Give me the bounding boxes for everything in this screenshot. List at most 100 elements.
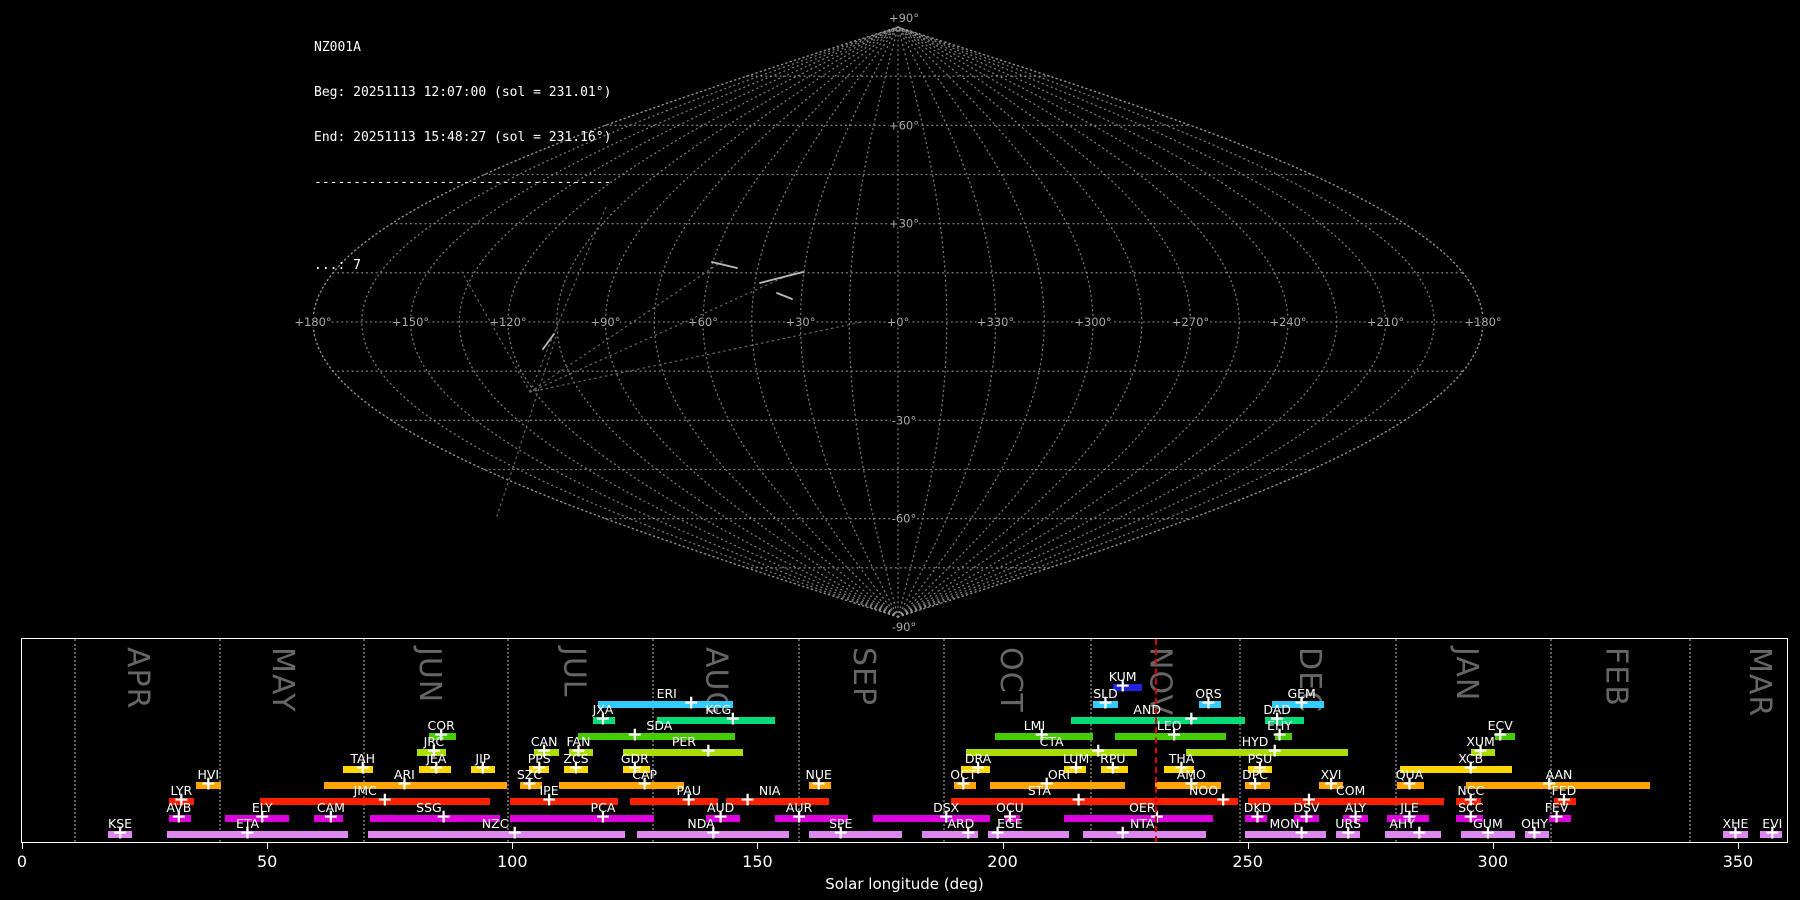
shower-label: SLD (1093, 686, 1118, 701)
lon-label: +240° (1269, 315, 1306, 329)
shower-label: ORS (1195, 686, 1222, 701)
lon-label: +270° (1172, 315, 1209, 329)
shower-label: NCC (1457, 783, 1485, 798)
shower-label: NIA (758, 783, 781, 798)
shower-label: PPS (527, 751, 551, 766)
lon-label: +120° (489, 315, 526, 329)
shower-label: OCU (996, 800, 1024, 815)
shower-label: JRC (423, 734, 445, 749)
shower-max-marker: + (506, 821, 523, 844)
meteor-trail (711, 261, 738, 269)
shower-label: QUA (1395, 767, 1424, 782)
shower-max-marker: + (739, 788, 756, 811)
shower-bar (1245, 831, 1327, 838)
shower-label: DKD (1243, 800, 1272, 815)
shower-label: NTA (1129, 816, 1155, 831)
shower-max-marker: + (1183, 707, 1200, 730)
x-axis-title: Solar longitude (deg) (825, 875, 984, 893)
shower-label: COR (427, 718, 455, 733)
shower-label: CAP (632, 767, 658, 782)
shower-label: DRA (964, 751, 992, 766)
shower-label: ALY (1344, 800, 1367, 815)
lat-label: +60° (889, 118, 919, 132)
shower-label: ARD (947, 816, 975, 831)
shower-label: AUR (785, 800, 813, 815)
axis-tick-label: 100 (496, 852, 528, 871)
shower-label: ZCS (563, 751, 589, 766)
shower-label: DPC (1242, 767, 1268, 782)
shower-max-marker: + (1114, 821, 1131, 844)
shower-label: FED (1551, 783, 1577, 798)
lat-label: -60° (892, 512, 917, 526)
shower-label: KUM (1108, 669, 1137, 684)
shower-label: STA (1027, 783, 1051, 798)
shower-label: AMO (1176, 767, 1206, 782)
shower-label: OER (1129, 800, 1156, 815)
shower-label: ETA (235, 816, 260, 831)
shower-label: THA (1168, 751, 1195, 766)
lon-label: +180° (1464, 315, 1501, 329)
axis-tick-label: 50 (256, 852, 278, 871)
shower-label: EHY (1267, 718, 1293, 733)
shower-bar (656, 717, 775, 724)
lat-label: +90° (889, 11, 919, 25)
axis-tick (267, 843, 269, 849)
shower-label: CAM (316, 800, 345, 815)
axis-tick-label: 250 (1232, 852, 1263, 871)
month-label: MAR (1742, 647, 1778, 718)
axis-tick-label: 300 (1477, 852, 1509, 871)
axis-tick-label: 350 (1722, 852, 1754, 871)
shower-label: XCB (1458, 751, 1484, 766)
month-label: OCT (992, 647, 1028, 713)
shower-max-marker: + (376, 788, 393, 811)
sky-projection-map: +180° +150° +120° +90° +60° +30° +0° +330° +300°… (293, 10, 1503, 636)
shower-label: LMI (1023, 718, 1046, 733)
shower-label: AVB (166, 800, 192, 815)
current-sol-line (1155, 639, 1158, 842)
shower-label: ORI (1047, 767, 1071, 782)
shower-label: CAN (530, 734, 558, 749)
shower-bar (259, 798, 491, 805)
shower-label: ELY (251, 800, 273, 815)
shower-label: PCA (590, 800, 616, 815)
shower-label: LYR (170, 783, 193, 798)
axis-tick (757, 843, 759, 849)
shower-label: PSU (1247, 751, 1273, 766)
shower-label: JEA (426, 751, 447, 766)
shower-label: SCC (1458, 800, 1484, 815)
shower-label: RPU (1100, 751, 1126, 766)
month-gridline (506, 639, 509, 842)
axis-tick-label: 200 (987, 852, 1018, 871)
month-label: JUN (411, 647, 447, 704)
shower-label: NUE (805, 767, 832, 782)
activity-timeline-chart: Solar longitude (deg) APR MAY JUN JUL AUG SEP… (17, 638, 1788, 893)
axis-tick-label: 150 (742, 852, 773, 871)
shower-label: LUM (1062, 751, 1090, 766)
shower-label: IPE (539, 783, 559, 798)
meteor-trail (542, 333, 555, 350)
shower-label: SDA (646, 718, 673, 733)
month-gridline (362, 639, 365, 842)
lon-label: +60° (688, 315, 718, 329)
shower-label: ERI (656, 686, 677, 701)
shower-label: HYD (1241, 734, 1269, 749)
meteor-trail (776, 292, 793, 300)
shower-label: TAH (350, 751, 376, 766)
shower-label: JXA (592, 702, 614, 717)
lon-label: +180° (294, 315, 331, 329)
shower-label: HVI (197, 767, 220, 782)
shower-bar (509, 815, 655, 822)
shower-label: CTA (1039, 734, 1064, 749)
shower-label: AAN (1545, 767, 1573, 782)
axis-tick-label: 0 (16, 852, 28, 871)
shower-label: ARI (393, 767, 415, 782)
month-gridline (73, 639, 76, 842)
shower-bar (166, 831, 349, 838)
lon-label: +300° (1074, 315, 1111, 329)
axis-tick (1002, 843, 1004, 849)
lat-label: -90° (892, 620, 917, 634)
meteor-observation-screen: { "info": { "lines": [ "NZ001A", "Beg: 2… (0, 0, 1800, 900)
shower-label: GDR (620, 751, 649, 766)
shower-label: EGE (997, 816, 1023, 831)
shower-label: ECV (1487, 718, 1513, 733)
